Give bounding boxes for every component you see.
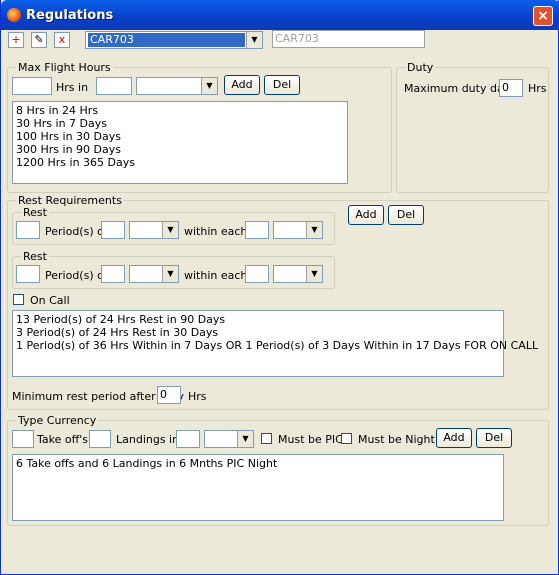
regulations-window: Regulations × + ✎ x CAR703 ▼ CAR703 Max … xyxy=(0,0,559,575)
max-duty-unit: Hrs xyxy=(528,82,547,95)
rest-1-legend: Rest xyxy=(21,206,49,219)
rest-2-within-unit-select[interactable]: ▼ xyxy=(273,265,323,283)
window-title: Regulations xyxy=(26,8,114,23)
landings-input[interactable] xyxy=(89,430,111,448)
list-item[interactable]: 1 Period(s) of 36 Hrs Within in 7 Days O… xyxy=(16,339,538,352)
regulation-name-field[interactable]: CAR703 xyxy=(272,30,425,48)
must-be-night-label: Must be Night xyxy=(358,433,435,446)
rest-list[interactable]: 13 Period(s) of 24 Hrs Rest in 90 Days 3… xyxy=(12,310,538,377)
max-hours-input[interactable] xyxy=(12,77,52,95)
currency-period-input[interactable] xyxy=(176,430,200,448)
must-be-pic-label: Must be PIC xyxy=(278,433,343,446)
currency-list[interactable]: 6 Take offs and 6 Landings in 6 Mnths PI… xyxy=(12,454,504,521)
max-duty-input[interactable]: 0 xyxy=(499,79,523,97)
rest-2-within-input[interactable] xyxy=(245,265,269,283)
must-be-night-checkbox[interactable] xyxy=(341,433,352,444)
rest-1-unit-select[interactable]: ▼ xyxy=(129,221,179,239)
must-be-pic-checkbox[interactable] xyxy=(261,433,272,444)
list-item[interactable]: 300 Hrs in 90 Days xyxy=(16,143,344,156)
rest-1-periods-label: Period(s) of xyxy=(45,225,108,238)
takeoffs-input[interactable] xyxy=(12,430,34,448)
delete-regulation-icon[interactable]: x xyxy=(54,32,70,48)
min-rest-input[interactable]: 0 xyxy=(157,386,181,404)
max-period-input[interactable] xyxy=(96,77,132,95)
chevron-down-icon[interactable]: ▼ xyxy=(237,431,253,447)
max-flight-hours-legend: Max Flight Hours xyxy=(16,61,113,74)
title-bar: Regulations × xyxy=(1,0,559,30)
type-currency-legend: Type Currency xyxy=(16,414,99,427)
hrs-in-label: Hrs in xyxy=(56,81,89,94)
chevron-down-icon[interactable]: ▼ xyxy=(306,266,322,282)
chevron-down-icon[interactable]: ▼ xyxy=(246,32,262,48)
on-call-checkbox[interactable] xyxy=(13,294,24,305)
rest-1-within-unit-select[interactable]: ▼ xyxy=(273,221,323,239)
max-hours-list[interactable]: 8 Hrs in 24 Hrs 30 Hrs in 7 Days 100 Hrs… xyxy=(12,101,348,184)
currency-add-button[interactable]: Add xyxy=(436,428,472,448)
rest-2-unit-select[interactable]: ▼ xyxy=(129,265,179,283)
list-item[interactable]: 3 Period(s) of 24 Hrs Rest in 30 Days xyxy=(16,326,500,339)
app-icon xyxy=(7,8,21,22)
chevron-down-icon[interactable]: ▼ xyxy=(162,266,178,282)
rest-add-button[interactable]: Add xyxy=(348,205,384,225)
rest-2-period-input[interactable] xyxy=(101,265,125,283)
chevron-down-icon[interactable]: ▼ xyxy=(201,78,217,94)
rest-1-within-label: within each xyxy=(184,225,248,238)
list-item[interactable]: 8 Hrs in 24 Hrs xyxy=(16,104,344,117)
rest-1-period-input[interactable] xyxy=(101,221,125,239)
list-item[interactable]: 13 Period(s) of 24 Hrs Rest in 90 Days xyxy=(16,313,500,326)
edit-regulation-icon[interactable]: ✎ xyxy=(31,32,47,48)
new-regulation-icon[interactable]: + xyxy=(8,32,24,48)
landings-label: Landings in xyxy=(116,433,180,446)
rest-1-within-input[interactable] xyxy=(245,221,269,239)
rest-2-periods-label: Period(s) of xyxy=(45,269,108,282)
close-button[interactable]: × xyxy=(533,6,553,26)
regulation-select-value: CAR703 xyxy=(88,33,245,47)
max-hours-del-button[interactable]: Del xyxy=(264,75,300,95)
max-period-unit-select[interactable]: ▼ xyxy=(136,77,218,95)
max-duty-label: Maximum duty day xyxy=(404,82,511,95)
max-hours-add-button[interactable]: Add xyxy=(224,75,260,95)
chevron-down-icon[interactable]: ▼ xyxy=(162,222,178,238)
list-item[interactable]: 1200 Hrs in 365 Days xyxy=(16,156,344,169)
regulation-select[interactable]: CAR703 ▼ xyxy=(85,31,263,49)
currency-del-button[interactable]: Del xyxy=(476,428,512,448)
currency-unit-select[interactable]: ▼ xyxy=(204,430,254,448)
rest-2-count-input[interactable] xyxy=(16,265,40,283)
takeoffs-label: Take off's xyxy=(37,433,88,446)
rest-2-within-label: within each xyxy=(184,269,248,282)
chevron-down-icon[interactable]: ▼ xyxy=(306,222,322,238)
min-rest-unit: Hrs xyxy=(188,390,207,403)
rest-1-count-input[interactable] xyxy=(16,221,40,239)
list-item[interactable]: 30 Hrs in 7 Days xyxy=(16,117,344,130)
rest-2-legend: Rest xyxy=(21,250,49,263)
on-call-label: On Call xyxy=(30,294,70,307)
duty-legend: Duty xyxy=(405,61,436,74)
list-item[interactable]: 6 Take offs and 6 Landings in 6 Mnths PI… xyxy=(16,457,500,470)
list-item[interactable]: 100 Hrs in 30 Days xyxy=(16,130,344,143)
rest-del-button[interactable]: Del xyxy=(388,205,424,225)
